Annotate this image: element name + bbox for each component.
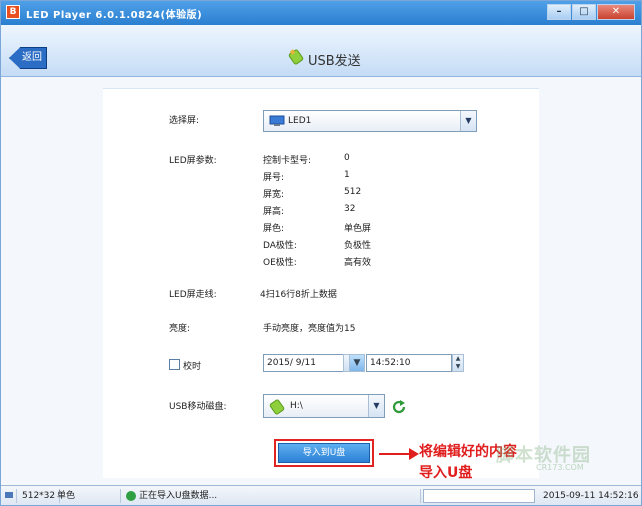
scan-value: 4扫16行8折上数据: [260, 290, 337, 300]
window-title: LED Player 6.0.1.0824(体验版): [26, 10, 203, 21]
annotation-line-2: 导入U盘: [419, 465, 473, 481]
param-key: DA极性:: [263, 241, 297, 251]
arrow-right-icon: [379, 448, 419, 460]
app-icon: B: [6, 5, 20, 19]
param-value: 高有效: [344, 258, 372, 268]
usb-send-panel: [103, 88, 539, 478]
chevron-down-icon[interactable]: ▼: [460, 111, 476, 131]
monitor-icon: [269, 115, 285, 126]
param-value: 32: [344, 204, 356, 214]
watermark-subtext: CR173.COM: [536, 463, 584, 472]
usb-drive-icon: [269, 399, 285, 415]
param-key: 屏号:: [263, 173, 285, 183]
grip-icon: [3, 489, 17, 503]
param-key: 控制卡型号:: [263, 156, 312, 166]
brightness-value: 手动亮度，亮度值为15: [263, 324, 356, 334]
usb-disk-value: H:\: [290, 401, 303, 411]
screen-select-value: LED1: [288, 116, 312, 126]
usb-disk-label: USB移动磁盘:: [169, 402, 227, 412]
back-button[interactable]: 返回: [9, 47, 47, 69]
param-key: OE极性:: [263, 258, 297, 268]
param-key: 屏宽:: [263, 190, 285, 200]
time-stepper[interactable]: ▲ ▼: [452, 354, 464, 372]
param-value: 负极性: [344, 241, 372, 251]
status-color: 单色: [53, 489, 121, 503]
calendar-dropdown-icon[interactable]: ▼: [349, 354, 365, 372]
usb-disk-select[interactable]: H:\ ▼: [263, 394, 385, 418]
led-params-label: LED屏参数:: [169, 156, 217, 166]
maximize-button[interactable]: □: [572, 4, 596, 20]
time-input[interactable]: 14:52:10: [366, 354, 452, 372]
param-value: 1: [344, 170, 350, 180]
param-value: 512: [344, 187, 362, 197]
status-message-text: 正在导入U盘数据...: [139, 491, 218, 501]
page-title: USB发送: [308, 54, 361, 69]
status-ok-icon: [126, 491, 136, 501]
window-controls: – □ ✕: [546, 4, 635, 20]
refresh-icon[interactable]: [390, 398, 408, 416]
page-header: 返回 USB发送: [1, 25, 641, 77]
content-area: [1, 78, 641, 483]
brightness-label: 亮度:: [169, 324, 191, 334]
param-value: 0: [344, 153, 350, 163]
param-value: 单色屏: [344, 224, 372, 234]
param-key: 屏色:: [263, 224, 285, 234]
status-datetime: 2015-09-11 14:52:16: [543, 491, 639, 501]
param-key: 屏高:: [263, 207, 285, 217]
timing-label: 校时: [183, 362, 202, 372]
minimize-button[interactable]: –: [547, 4, 571, 20]
date-input[interactable]: 2015/ 9/11: [263, 354, 347, 372]
import-to-usb-button[interactable]: 导入到U盘: [278, 443, 370, 463]
import-to-usb-highlight: 导入到U盘: [274, 439, 374, 467]
main-window: B LED Player 6.0.1.0824(体验版) – □ ✕ 返回 US…: [0, 0, 642, 506]
usb-drive-icon: [288, 49, 304, 65]
screen-select[interactable]: LED1 ▼: [263, 110, 477, 132]
title-bar: B LED Player 6.0.1.0824(体验版) – □ ✕: [1, 1, 641, 25]
select-screen-label: 选择屏:: [169, 116, 200, 126]
timing-checkbox[interactable]: [169, 359, 180, 370]
scan-label: LED屏走线:: [169, 290, 217, 300]
status-message: 正在导入U盘数据...: [123, 489, 421, 503]
chevron-down-icon[interactable]: ▼: [368, 395, 384, 417]
status-progress-bar: [423, 489, 535, 503]
status-bar: 512*32 单色 正在导入U盘数据... 2015-09-11 14:52:1…: [1, 485, 641, 505]
close-button[interactable]: ✕: [597, 4, 635, 20]
